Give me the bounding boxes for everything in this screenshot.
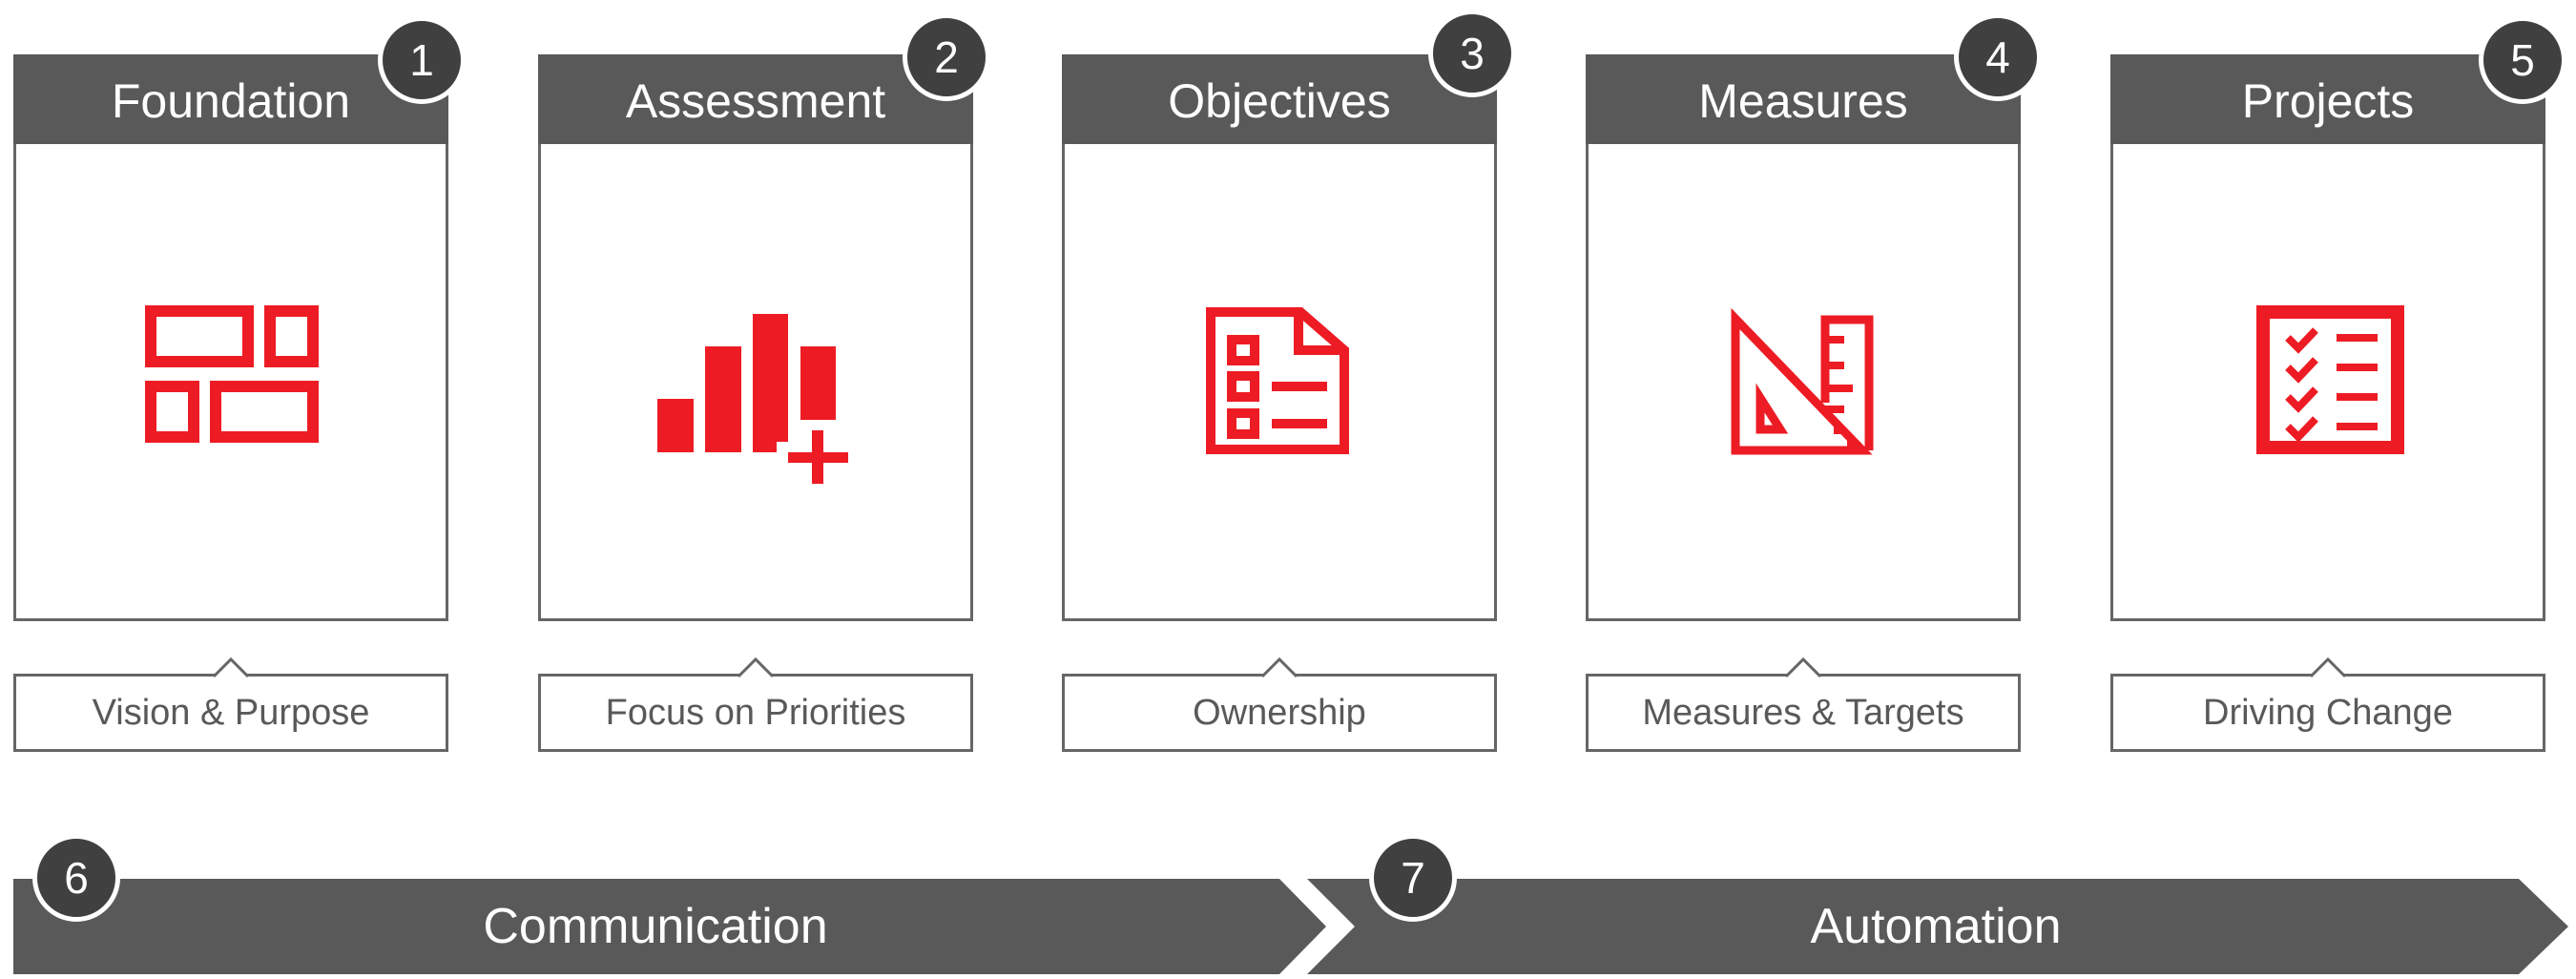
communication-label: Communication: [483, 899, 828, 954]
automation-label: Automation: [1810, 899, 2062, 954]
process-arrows: [13, 879, 2568, 974]
step-badge: 7: [1369, 834, 1457, 922]
step-badge: 6: [32, 834, 120, 922]
